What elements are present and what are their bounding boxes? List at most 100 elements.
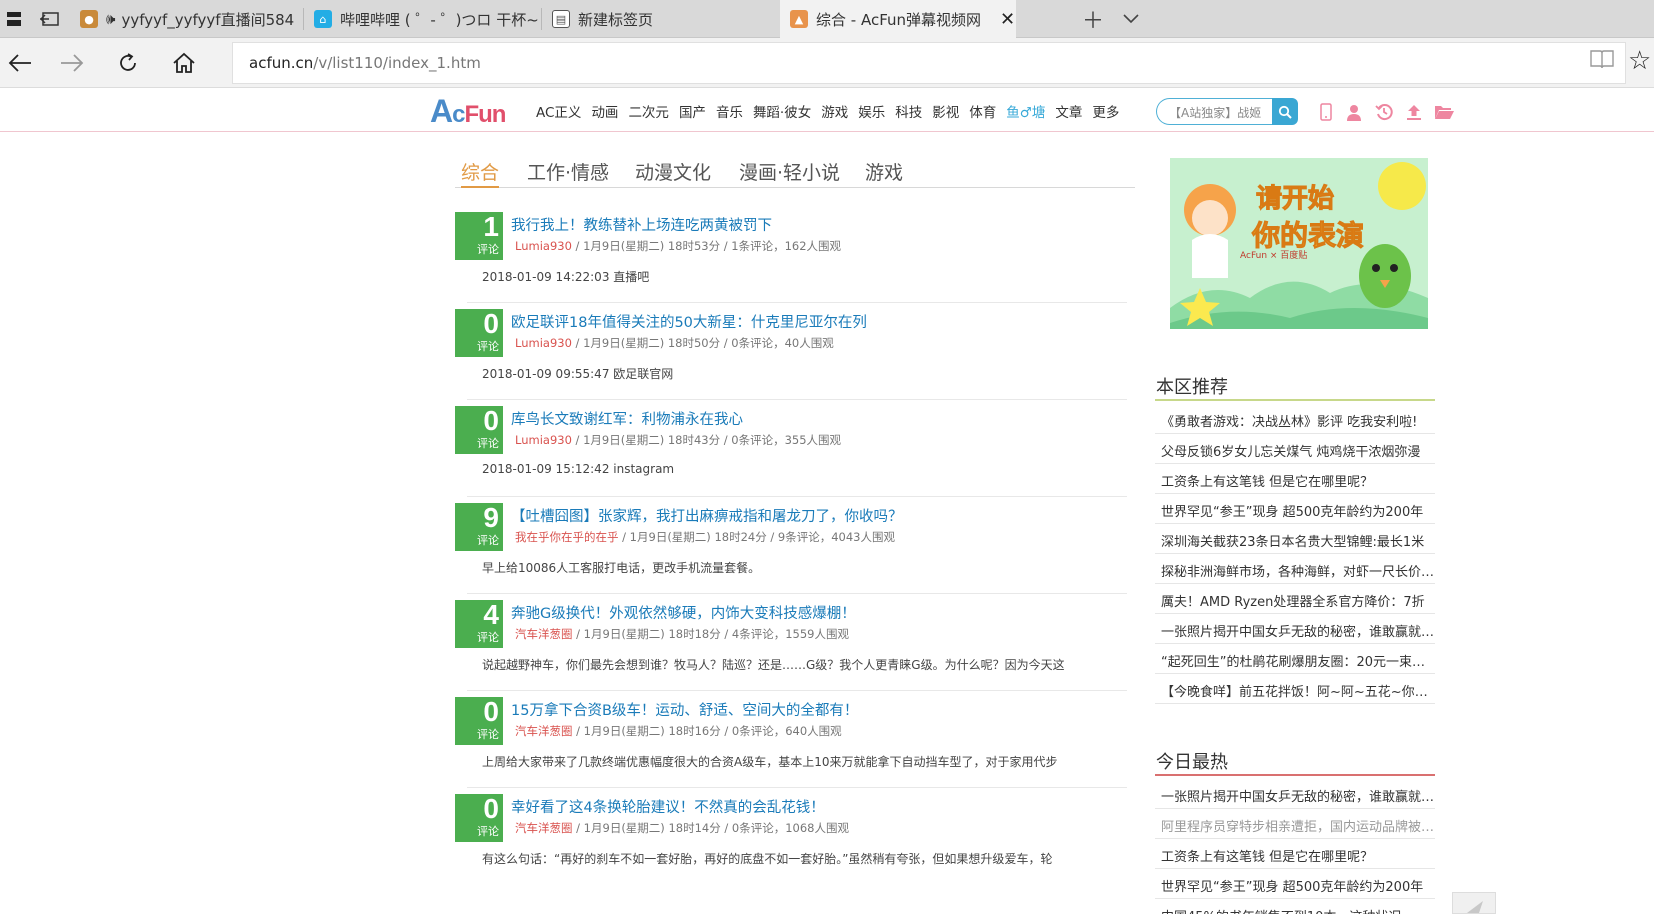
- author-link[interactable]: Lumia930: [515, 239, 572, 253]
- list-item: 0 评论 幸好看了这4条换轮胎建议！不然真的会乱花钱！ 汽车洋葱圈 / 1月9日(…: [455, 794, 1135, 896]
- set-aside-tabs-icon[interactable]: [38, 0, 62, 38]
- divider: [467, 496, 1127, 497]
- reading-view-icon[interactable]: [1590, 49, 1614, 69]
- url-host: acfun.cn: [249, 54, 314, 72]
- acfun-logo[interactable]: Ac Fun: [430, 93, 506, 129]
- recommend-item[interactable]: 《勇敢者游戏：决战丛林》影评 吃我安利啦!: [1155, 404, 1435, 434]
- tab-live-stream[interactable]: ● 🕪 yyfyyf_yyfyyf直播间584: [72, 0, 304, 38]
- comment-count: 0: [483, 696, 499, 727]
- comment-label: 评论: [477, 534, 499, 547]
- upload-icon[interactable]: [1404, 102, 1424, 122]
- folder-icon[interactable]: [1434, 102, 1454, 122]
- new-tab-icon[interactable]: ＋: [1080, 0, 1106, 38]
- recommend-item[interactable]: 【今晚食咩】前五花拌饭！阿~阿~五花~你好多油~: [1155, 674, 1435, 704]
- author-link[interactable]: Lumia930: [515, 336, 572, 350]
- comment-count-badge[interactable]: 9 评论: [455, 503, 503, 551]
- banner-brand: AcFun × 百度贴: [1240, 251, 1308, 261]
- tab-bilibili[interactable]: ⌂ 哔哩哔哩 ( ゜- ゜)つロ 干杯~: [304, 0, 542, 38]
- user-icon[interactable]: [1344, 102, 1364, 122]
- article-title[interactable]: 15万拿下合资B级车！运动、舒适、空间大的全都有！: [511, 699, 858, 720]
- back-to-top-button[interactable]: [1452, 892, 1496, 914]
- recommend-item[interactable]: 父母反锁6岁女儿忘关煤气 炖鸡烧干浓烟弥漫: [1155, 434, 1435, 464]
- hot-item[interactable]: 阿里程序员穿特步相亲遭拒，国内运动品牌被嫌弃了吗: [1155, 809, 1435, 839]
- tab-preview-chevron-icon[interactable]: [1118, 0, 1144, 38]
- hot-item[interactable]: 中国45%的书年销售不到10本，这种状况: [1155, 899, 1435, 914]
- article-description: 上周给大家带来了几款终端优惠幅度很大的合资A级车，基本上10来万就能拿下自动挡车…: [482, 755, 1058, 769]
- forward-icon[interactable]: [52, 43, 92, 83]
- comment-count-badge[interactable]: 0 评论: [455, 697, 503, 745]
- refresh-icon[interactable]: [108, 43, 148, 83]
- nav-item[interactable]: 游戏: [821, 101, 848, 121]
- tab-manga-novel[interactable]: 漫画·轻小说: [739, 158, 840, 188]
- article-title[interactable]: 库鸟长文致谢红军：利物浦永在我心: [511, 408, 743, 429]
- nav-item[interactable]: 动画: [591, 101, 618, 121]
- nav-item-highlight[interactable]: 鱼♂塘: [1006, 101, 1045, 121]
- tab-general[interactable]: 综合: [461, 158, 500, 188]
- home-icon[interactable]: [164, 43, 204, 83]
- site-header: Ac Fun AC正义 动画 二次元 国产 音乐 舞蹈·彼女 游戏 娱乐 科技 影…: [0, 88, 1654, 132]
- article-title[interactable]: 幸好看了这4条换轮胎建议！不然真的会乱花钱！: [511, 796, 825, 817]
- recommend-item[interactable]: 工资条上有这笔钱 但是它在哪里呢？: [1155, 464, 1435, 494]
- logo-letter-a: A: [430, 93, 453, 129]
- article-title[interactable]: 欧足联评18年值得关注的50大新星：什克里尼亚尔在列: [511, 311, 867, 332]
- list-item: 1 评论 我行我上！教练替补上场连吃两黄被罚下 Lumia930 / 1月9日(星…: [455, 212, 1135, 314]
- article-title[interactable]: 我行我上！教练替补上场连吃两黄被罚下: [511, 214, 772, 235]
- nav-item[interactable]: 音乐: [716, 101, 743, 121]
- nav-item[interactable]: 科技: [895, 101, 922, 121]
- favorite-star-icon[interactable]: ☆: [1628, 46, 1651, 76]
- history-icon[interactable]: [1374, 102, 1394, 122]
- tab-actions-icon[interactable]: [2, 0, 26, 38]
- nav-item[interactable]: 舞蹈·彼女: [753, 101, 811, 121]
- author-link[interactable]: 汽车洋葱圈: [515, 627, 573, 641]
- tab-sound-icon[interactable]: 🕪: [106, 10, 115, 28]
- comment-count-badge[interactable]: 1 评论: [455, 212, 503, 260]
- close-tab-icon[interactable]: ✕: [1000, 9, 1015, 30]
- author-link[interactable]: 我在乎你在乎的在乎: [515, 530, 619, 544]
- author-link[interactable]: 汽车洋葱圈: [515, 821, 573, 835]
- nav-item[interactable]: 二次元: [628, 101, 669, 121]
- nav-item[interactable]: 体育: [969, 101, 996, 121]
- tab-games[interactable]: 游戏: [865, 158, 903, 188]
- hot-title: 今日最热: [1156, 752, 1228, 773]
- comment-count-badge[interactable]: 0 评论: [455, 406, 503, 454]
- nav-item[interactable]: 国产: [679, 101, 706, 121]
- nav-item[interactable]: 娱乐: [858, 101, 885, 121]
- recommend-list: 《勇敢者游戏：决战丛林》影评 吃我安利啦! 父母反锁6岁女儿忘关煤气 炖鸡烧干浓…: [1155, 404, 1435, 704]
- recommend-item[interactable]: 深圳海关截获23条日本名贵大型锦鲤:最长1米: [1155, 524, 1435, 554]
- hot-item[interactable]: 一张照片揭开中国女乒无敌的秘密，谁敢赢就是卖国贼: [1155, 779, 1435, 809]
- category-tabs: 综合 工作·情感 动漫文化 漫画·轻小说 游戏: [455, 158, 1135, 188]
- nav-item[interactable]: 更多: [1092, 101, 1119, 121]
- article-title[interactable]: 奔驰G级换代！外观依然够硬，内饰大变科技感爆棚！: [511, 602, 856, 623]
- recommend-item[interactable]: 一张照片揭开中国女乒无敌的秘密，谁敢赢就是卖国贼: [1155, 614, 1435, 644]
- article-description: 2018-01-09 14:22:03 直播吧: [482, 270, 650, 284]
- bilibili-favicon-icon: ⌂: [314, 10, 332, 28]
- hot-item[interactable]: 工资条上有这笔钱 但是它在哪里呢？: [1155, 839, 1435, 869]
- author-link[interactable]: Lumia930: [515, 433, 572, 447]
- comment-count-badge[interactable]: 0 评论: [455, 794, 503, 842]
- divider: [467, 399, 1127, 400]
- url-field[interactable]: acfun.cn/v/list110/index_1.htm: [232, 42, 1626, 84]
- article-description: 2018-01-09 09:55:47 欧足联官网: [482, 367, 674, 381]
- search-icon[interactable]: [1272, 98, 1298, 125]
- nav-item[interactable]: AC正义: [536, 101, 581, 121]
- hot-item[interactable]: 世界罕见“参王”现身 超500克年龄约为200年: [1155, 869, 1435, 899]
- tab-new-tab[interactable]: ▤ 新建标签页: [542, 0, 780, 38]
- recommend-item[interactable]: 厲夫！AMD Ryzen处理器全系官方降价：7折: [1155, 584, 1435, 614]
- mobile-icon[interactable]: [1316, 102, 1336, 122]
- tab-work-emotion[interactable]: 工作·情感: [527, 158, 609, 188]
- article-title[interactable]: 【吐槽囧图】张家辉，我打出麻痹戒指和屠龙刀了，你收吗？: [511, 505, 903, 526]
- newtab-favicon-icon: ▤: [552, 10, 570, 28]
- recommend-item[interactable]: 世界罕见“参王”现身 超500克年龄约为200年: [1155, 494, 1435, 524]
- promo-banner[interactable]: 请开始 你的表演 AcFun × 百度贴: [1170, 158, 1428, 329]
- tab-anime-culture[interactable]: 动漫文化: [635, 158, 711, 188]
- back-icon[interactable]: [0, 43, 40, 83]
- site-search-input[interactable]: 【A站独家】战姬: [1156, 98, 1274, 125]
- comment-count-badge[interactable]: 0 评论: [455, 309, 503, 357]
- recommend-item[interactable]: 探秘非洲海鲜市场，各种海鲜，对虾一尺长价格贵到离谱: [1155, 554, 1435, 584]
- comment-count-badge[interactable]: 4 评论: [455, 600, 503, 648]
- author-link[interactable]: 汽车洋葱圈: [515, 724, 573, 738]
- recommend-item[interactable]: “起死回生”的杜鹃花刷爆朋友圈：20元一束能活一年: [1155, 644, 1435, 674]
- tab-acfun-active[interactable]: ▲ 综合 - AcFun弹幕视频网 ✕: [780, 0, 1016, 38]
- nav-item[interactable]: 文章: [1055, 101, 1082, 121]
- nav-item[interactable]: 影视: [932, 101, 959, 121]
